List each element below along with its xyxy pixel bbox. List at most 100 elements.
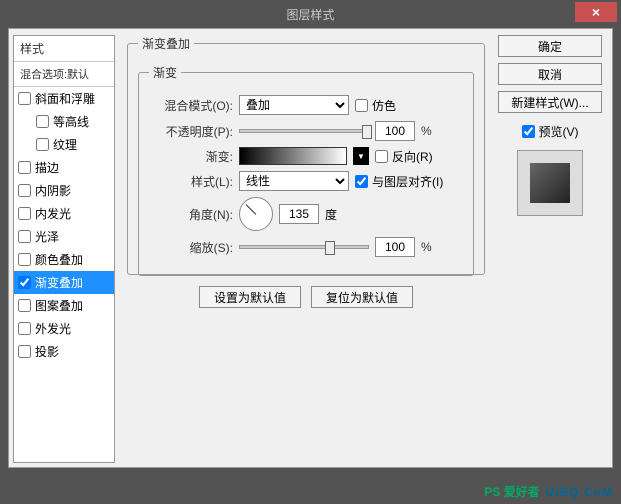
gradient-group-title: 渐变 bbox=[149, 64, 181, 81]
dialog-title: 图层样式 bbox=[286, 6, 334, 23]
cancel-button[interactable]: 取消 bbox=[498, 63, 602, 85]
reverse-checkbox[interactable] bbox=[375, 150, 388, 163]
opacity-label: 不透明度(P): bbox=[149, 123, 233, 140]
dither-label: 仿色 bbox=[372, 97, 396, 114]
reverse-label: 反向(R) bbox=[392, 148, 433, 165]
style-item[interactable]: 渐变叠加 bbox=[14, 271, 114, 294]
preview-label: 预览(V) bbox=[539, 123, 579, 140]
style-item-label: 斜面和浮雕 bbox=[35, 90, 95, 107]
scale-slider[interactable] bbox=[239, 245, 369, 249]
align-label: 与图层对齐(I) bbox=[372, 173, 443, 190]
opacity-row: 不透明度(P): % bbox=[149, 121, 463, 141]
opacity-thumb[interactable] bbox=[362, 125, 372, 139]
style-item[interactable]: 图案叠加 bbox=[14, 294, 114, 317]
blend-mode-select[interactable]: 叠加 bbox=[239, 95, 349, 115]
gradient-dropdown-arrow[interactable]: ▼ bbox=[353, 147, 369, 165]
style-item[interactable]: 颜色叠加 bbox=[14, 248, 114, 271]
style-item-checkbox[interactable] bbox=[18, 253, 31, 266]
style-item-label: 投影 bbox=[35, 343, 59, 360]
style-item[interactable]: 外发光 bbox=[14, 317, 114, 340]
preview-checkbox[interactable] bbox=[522, 125, 535, 138]
dither-checkbox[interactable] bbox=[355, 99, 368, 112]
style-item-label: 内发光 bbox=[35, 205, 71, 222]
style-item-checkbox[interactable] bbox=[18, 161, 31, 174]
angle-indicator bbox=[246, 204, 257, 215]
ok-button[interactable]: 确定 bbox=[498, 35, 602, 57]
style-item-label: 光泽 bbox=[35, 228, 59, 245]
style-item-label: 内阴影 bbox=[35, 182, 71, 199]
style-item-checkbox[interactable] bbox=[18, 230, 31, 243]
style-item-label: 描边 bbox=[35, 159, 59, 176]
style-item[interactable]: 投影 bbox=[14, 340, 114, 363]
style-item-label: 颜色叠加 bbox=[35, 251, 83, 268]
style-item[interactable]: 内发光 bbox=[14, 202, 114, 225]
gradient-label: 渐变: bbox=[149, 148, 233, 165]
default-buttons-row: 设置为默认值 复位为默认值 bbox=[138, 286, 474, 308]
style-list: 斜面和浮雕等高线纹理描边内阴影内发光光泽颜色叠加渐变叠加图案叠加外发光投影 bbox=[14, 87, 114, 363]
angle-input[interactable] bbox=[279, 204, 319, 224]
scale-input[interactable] bbox=[375, 237, 415, 257]
style-item-label: 纹理 bbox=[53, 136, 77, 153]
style-item-checkbox[interactable] bbox=[18, 322, 31, 335]
style-item-checkbox[interactable] bbox=[18, 92, 31, 105]
style-row: 样式(L): 线性 与图层对齐(I) bbox=[149, 171, 463, 191]
style-item-label: 外发光 bbox=[35, 320, 71, 337]
style-item[interactable]: 描边 bbox=[14, 156, 114, 179]
opacity-pct: % bbox=[421, 124, 432, 138]
gradient-row: 渐变: ▼ 反向(R) bbox=[149, 147, 463, 165]
blend-mode-row: 混合模式(O): 叠加 仿色 bbox=[149, 95, 463, 115]
style-item[interactable]: 等高线 bbox=[14, 110, 114, 133]
align-checkbox[interactable] bbox=[355, 175, 368, 188]
style-item-checkbox[interactable] bbox=[18, 299, 31, 312]
right-panel: 确定 取消 新建样式(W)... 预览(V) bbox=[494, 35, 606, 216]
dither-checkbox-wrap[interactable]: 仿色 bbox=[355, 97, 396, 114]
reset-default-button[interactable]: 复位为默认值 bbox=[311, 286, 413, 308]
gradient-overlay-panel: 渐变叠加 渐变 混合模式(O): 叠加 仿色 不透明度(P): % bbox=[127, 35, 485, 275]
style-item-checkbox[interactable] bbox=[18, 345, 31, 358]
blend-mode-label: 混合模式(O): bbox=[149, 97, 233, 114]
style-item-checkbox[interactable] bbox=[36, 115, 49, 128]
layer-style-dialog: 样式 混合选项:默认 斜面和浮雕等高线纹理描边内阴影内发光光泽颜色叠加渐变叠加图… bbox=[8, 28, 613, 468]
opacity-slider[interactable] bbox=[239, 129, 369, 133]
angle-row: 角度(N): 度 bbox=[149, 197, 463, 231]
style-item-label: 渐变叠加 bbox=[35, 274, 83, 291]
style-item-checkbox[interactable] bbox=[36, 138, 49, 151]
style-item[interactable]: 内阴影 bbox=[14, 179, 114, 202]
set-default-button[interactable]: 设置为默认值 bbox=[199, 286, 301, 308]
style-item[interactable]: 斜面和浮雕 bbox=[14, 87, 114, 110]
angle-label: 角度(N): bbox=[149, 206, 233, 223]
preview-checkbox-wrap[interactable]: 预览(V) bbox=[522, 123, 579, 140]
style-item-label: 等高线 bbox=[53, 113, 89, 130]
scale-pct: % bbox=[421, 240, 432, 254]
style-item-checkbox[interactable] bbox=[18, 207, 31, 220]
preview-box bbox=[517, 150, 583, 216]
opacity-input[interactable] bbox=[375, 121, 415, 141]
panel-title: 渐变叠加 bbox=[138, 35, 194, 52]
style-item[interactable]: 光泽 bbox=[14, 225, 114, 248]
style-item-label: 图案叠加 bbox=[35, 297, 83, 314]
styles-list-panel: 样式 混合选项:默认 斜面和浮雕等高线纹理描边内阴影内发光光泽颜色叠加渐变叠加图… bbox=[13, 35, 115, 463]
scale-label: 缩放(S): bbox=[149, 239, 233, 256]
close-button[interactable]: × bbox=[575, 2, 617, 22]
angle-dial[interactable] bbox=[239, 197, 273, 231]
watermark-url: UiBQ.CoM bbox=[546, 485, 613, 499]
blend-options-header[interactable]: 混合选项:默认 bbox=[14, 62, 114, 87]
style-select[interactable]: 线性 bbox=[239, 171, 349, 191]
style-item-checkbox[interactable] bbox=[18, 276, 31, 289]
scale-row: 缩放(S): % bbox=[149, 237, 463, 257]
align-checkbox-wrap[interactable]: 与图层对齐(I) bbox=[355, 173, 443, 190]
watermark: PS 爱好者 UiBQ.CoM bbox=[484, 483, 613, 500]
reverse-checkbox-wrap[interactable]: 反向(R) bbox=[375, 148, 433, 165]
angle-unit: 度 bbox=[325, 206, 337, 223]
scale-thumb[interactable] bbox=[325, 241, 335, 255]
styles-header: 样式 bbox=[14, 36, 114, 62]
titlebar: 图层样式 × bbox=[0, 0, 621, 28]
style-item[interactable]: 纹理 bbox=[14, 133, 114, 156]
preview-swatch bbox=[530, 163, 570, 203]
gradient-group: 渐变 混合模式(O): 叠加 仿色 不透明度(P): % bbox=[138, 64, 474, 276]
gradient-swatch[interactable] bbox=[239, 147, 347, 165]
style-item-checkbox[interactable] bbox=[18, 184, 31, 197]
new-style-button[interactable]: 新建样式(W)... bbox=[498, 91, 602, 113]
style-label: 样式(L): bbox=[149, 173, 233, 190]
watermark-brand: PS 爱好者 bbox=[484, 483, 539, 500]
